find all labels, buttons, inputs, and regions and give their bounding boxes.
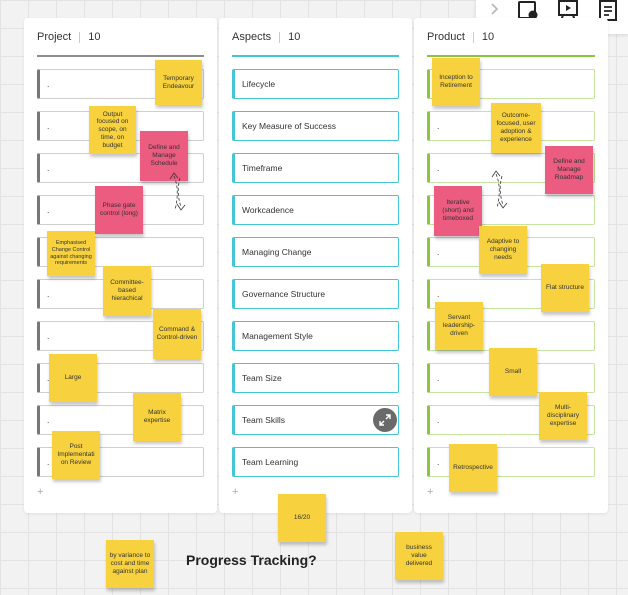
add-card-button[interactable]: + xyxy=(232,486,238,498)
column-count: 10 xyxy=(88,31,101,43)
sticky-note[interactable]: Servant leadership-driven xyxy=(435,302,483,350)
sticky-note[interactable]: Emphasised Change Control against changi… xyxy=(47,231,95,276)
sticky-note[interactable]: Large xyxy=(49,354,97,402)
column-divider xyxy=(232,55,399,57)
add-card-button[interactable]: + xyxy=(427,486,433,498)
sticky-note[interactable]: Inception to Retirement xyxy=(432,58,480,106)
sticky-note[interactable]: Retrospective xyxy=(449,444,497,492)
aspects-column: Aspects 10 Lifecycle Key Measure of Succ… xyxy=(219,18,412,513)
sticky-note[interactable]: business value delivered xyxy=(395,532,443,580)
sticky-note[interactable]: 16/20 xyxy=(278,494,326,542)
sticky-note[interactable]: Define and Manage Roadmap xyxy=(545,146,593,194)
progress-tracking-heading: Progress Tracking? xyxy=(186,552,317,568)
swap-arrows-icon xyxy=(169,172,186,211)
chevron-right-icon[interactable] xyxy=(486,0,502,18)
sticky-note[interactable]: Adaptive to changing needs xyxy=(479,226,527,274)
column-divider xyxy=(37,55,204,57)
column-count: 10 xyxy=(481,31,495,43)
sticky-note[interactable]: Small xyxy=(489,348,537,396)
expand-icon[interactable] xyxy=(373,408,397,432)
column-header: Aspects 10 xyxy=(232,31,300,43)
column-title: Product xyxy=(427,31,465,43)
card[interactable]: Timeframe xyxy=(232,153,399,183)
sticky-note[interactable]: Committee-based hierachical xyxy=(103,266,151,316)
column-header: Product 10 xyxy=(427,31,494,43)
card[interactable]: Key Measure of Success xyxy=(232,111,399,141)
card[interactable]: Governance Structure xyxy=(232,279,399,309)
sticky-note[interactable]: Temporary Endeavour xyxy=(155,60,202,105)
sticky-note[interactable]: Command & Control-driven xyxy=(153,309,201,359)
swap-arrows-icon xyxy=(491,170,508,209)
card[interactable]: Team Learning xyxy=(232,447,399,477)
sticky-note[interactable]: Phase gate control (long) xyxy=(95,186,143,234)
card[interactable]: Workcadence xyxy=(232,195,399,225)
column-header: Project 10 xyxy=(37,31,101,43)
sticky-note[interactable]: Multi-disciplinary expertise xyxy=(539,392,587,440)
sticky-note[interactable]: Iterative (short) and timeboxed xyxy=(434,186,482,236)
column-divider xyxy=(427,55,595,57)
column-title: Aspects xyxy=(232,31,272,43)
sticky-note[interactable]: Output focused on scope, on time, on bud… xyxy=(89,106,136,154)
card[interactable]: Team Size xyxy=(232,363,399,393)
sticky-note[interactable]: by variance to cost and time against pla… xyxy=(106,540,154,588)
column-count: 10 xyxy=(288,31,301,43)
sticky-note[interactable]: Matrix expertise xyxy=(133,393,181,441)
card[interactable]: Managing Change xyxy=(232,237,399,267)
column-title: Project xyxy=(37,31,72,43)
sticky-note[interactable]: Post Implementati on Review xyxy=(52,431,100,479)
card[interactable]: Lifecycle xyxy=(232,69,399,99)
card[interactable]: Management Style xyxy=(232,321,399,351)
sticky-note[interactable]: Flat structure xyxy=(541,264,589,312)
add-card-button[interactable]: + xyxy=(37,486,43,498)
sticky-note[interactable]: Outcome-focused, user adoption & experie… xyxy=(491,103,541,153)
